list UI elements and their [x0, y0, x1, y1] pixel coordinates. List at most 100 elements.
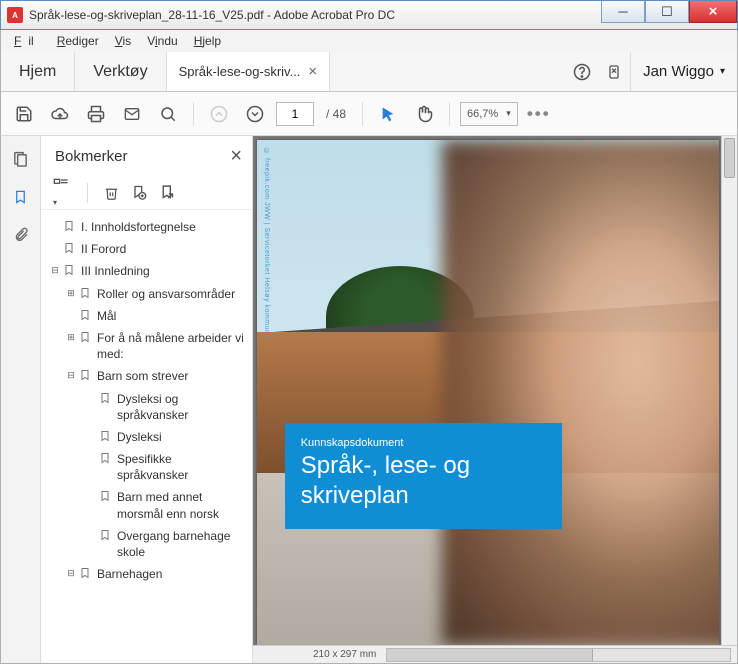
horizontal-scrollbar[interactable]	[386, 648, 731, 662]
print-icon[interactable]	[81, 99, 111, 129]
bookmark-label: Overgang barnehage skole	[117, 528, 248, 560]
bookmark-item[interactable]: Spesifikke språkvansker	[41, 448, 252, 486]
expand-icon[interactable]: ⊞	[65, 287, 77, 299]
bookmark-item[interactable]: Dysleksi	[41, 426, 252, 448]
bookmark-icon	[99, 489, 113, 503]
expand-icon[interactable]: ⊞	[65, 331, 77, 343]
bookmark-label: Mål	[97, 308, 248, 324]
panel-close-icon[interactable]: ×	[230, 145, 242, 168]
page-down-icon[interactable]	[240, 99, 270, 129]
user-name: Jan Wiggo	[643, 63, 714, 80]
help-icon[interactable]	[566, 52, 598, 91]
menu-window[interactable]: Vindu	[140, 32, 185, 50]
new-bookmark-icon[interactable]	[131, 184, 147, 201]
bookmark-item[interactable]: ⊞ Roller og ansvarsområder	[41, 283, 252, 305]
bookmark-list[interactable]: I. Innholdsfortegnelse II Forord ⊟ III Innl…	[41, 210, 252, 663]
maximize-button[interactable]: ☐	[645, 1, 689, 23]
bookmark-label: Dysleksi	[117, 429, 248, 445]
bookmark-icon	[99, 528, 113, 542]
more-tools-icon[interactable]: •••	[524, 99, 554, 129]
page-up-icon[interactable]	[204, 99, 234, 129]
document-tab[interactable]: Språk-lese-og-skriv... ×	[167, 52, 331, 91]
side-credit: © freepik.com JWW | Servicetorket Helsøy…	[263, 148, 270, 339]
bookmarks-icon[interactable]	[13, 188, 28, 206]
bookmark-item[interactable]: ⊟ III Innledning	[41, 260, 252, 282]
save-icon[interactable]	[9, 99, 39, 129]
select-tool-icon[interactable]	[373, 99, 403, 129]
zoom-dropdown[interactable]: 66,7% ▾	[460, 102, 518, 126]
bookmark-icon	[79, 566, 93, 580]
bookmark-label: For å nå målene arbeider vi med:	[97, 330, 248, 362]
collapse-icon[interactable]: ⊟	[65, 567, 77, 579]
bookmark-item[interactable]: Barn med annet morsmål enn norsk	[41, 486, 252, 524]
chevron-down-icon: ▾	[506, 108, 511, 119]
bookmark-item[interactable]: ⊞ For å nå målene arbeider vi med:	[41, 327, 252, 365]
mail-icon[interactable]	[117, 99, 147, 129]
bookmark-icon	[99, 429, 113, 443]
bookmark-item[interactable]: ⊟ Barn som strever	[41, 365, 252, 387]
hand-tool-icon[interactable]	[409, 99, 439, 129]
menu-help[interactable]: Hjelp	[187, 32, 228, 50]
pdf-page: Kunnskapsdokument Språk-, lese- og skriv…	[257, 140, 719, 645]
bookmark-item[interactable]: ⊟ Barnehagen	[41, 563, 252, 585]
delete-bookmark-icon[interactable]	[104, 185, 119, 201]
close-button[interactable]: ×	[689, 1, 737, 23]
tab-label: Språk-lese-og-skriv...	[179, 64, 301, 79]
collapse-icon[interactable]: ⊟	[65, 369, 77, 381]
mobile-icon[interactable]	[598, 52, 630, 91]
bookmark-item[interactable]: I. Innholdsfortegnelse	[41, 216, 252, 238]
expand-bookmark-icon[interactable]	[159, 184, 176, 201]
bookmark-icon	[79, 286, 93, 300]
page-number-input[interactable]	[276, 102, 314, 126]
tools-button[interactable]: Verktøy	[75, 52, 166, 91]
bookmark-label: Barnehagen	[97, 566, 248, 582]
bookmark-icon	[79, 330, 93, 344]
window-titlebar: A Språk-lese-og-skriveplan_28-11-16_V25.…	[0, 0, 738, 30]
left-rail	[1, 136, 41, 663]
menu-view[interactable]: Vis	[108, 32, 138, 50]
page-area[interactable]: Kunnskapsdokument Språk-, lese- og skriv…	[253, 136, 737, 645]
zoom-value: 66,7%	[467, 108, 498, 120]
scrollbar-thumb[interactable]	[724, 138, 735, 178]
user-menu[interactable]: Jan Wiggo ▾	[630, 52, 737, 91]
bookmark-label: I. Innholdsfortegnelse	[81, 219, 248, 235]
bookmark-label: Barn som strever	[97, 368, 248, 384]
bookmark-icon	[63, 263, 77, 277]
tab-close-icon[interactable]: ×	[308, 63, 317, 80]
bookmark-icon	[63, 241, 77, 255]
minimize-button[interactable]: ─	[601, 1, 645, 23]
h-scroll-thumb[interactable]	[387, 649, 593, 661]
bookmark-label: Spesifikke språkvansker	[117, 451, 248, 483]
document-viewer: Kunnskapsdokument Språk-, lese- og skriv…	[253, 136, 737, 663]
bookmark-label: Dysleksi og språkvansker	[117, 391, 248, 423]
menubar: Fil Rediger Vis Vindu Hjelp	[0, 30, 738, 52]
collapse-icon[interactable]: ⊟	[49, 264, 61, 276]
attachments-icon[interactable]	[13, 226, 29, 244]
page-dimensions: 210 x 297 mm	[313, 649, 376, 660]
chevron-down-icon: ▾	[720, 66, 725, 77]
bookmark-icon	[79, 368, 93, 382]
bookmark-item[interactable]: II Forord	[41, 238, 252, 260]
bookmark-item[interactable]: Mål	[41, 305, 252, 327]
bookmark-icon	[79, 308, 93, 322]
bookmark-icon	[99, 451, 113, 465]
cover-title-box: Kunnskapsdokument Språk-, lese- og skriv…	[285, 423, 562, 529]
page-total: / 48	[326, 107, 346, 121]
bookmark-icon	[99, 391, 113, 405]
bookmark-item[interactable]: Overgang barnehage skole	[41, 525, 252, 563]
vertical-scrollbar[interactable]	[721, 136, 737, 645]
cloud-icon[interactable]	[45, 99, 75, 129]
app-icon: A	[7, 7, 23, 23]
bookmark-label: Roller og ansvarsområder	[97, 286, 248, 302]
bookmark-options-icon[interactable]: ▾	[51, 176, 71, 209]
bookmark-item[interactable]: Dysleksi og språkvansker	[41, 388, 252, 426]
home-button[interactable]: Hjem	[1, 52, 75, 91]
bookmark-label: II Forord	[81, 241, 248, 257]
bookmarks-panel: Bokmerker × ▾ I. InnholdsfortegnelseII F…	[41, 136, 253, 663]
bookmark-icon	[63, 219, 77, 233]
search-icon[interactable]	[153, 99, 183, 129]
menu-edit[interactable]: Rediger	[50, 32, 106, 50]
thumbnails-icon[interactable]	[12, 150, 29, 168]
bookmark-label: III Innledning	[81, 263, 248, 279]
menu-file[interactable]: Fil	[7, 32, 48, 50]
